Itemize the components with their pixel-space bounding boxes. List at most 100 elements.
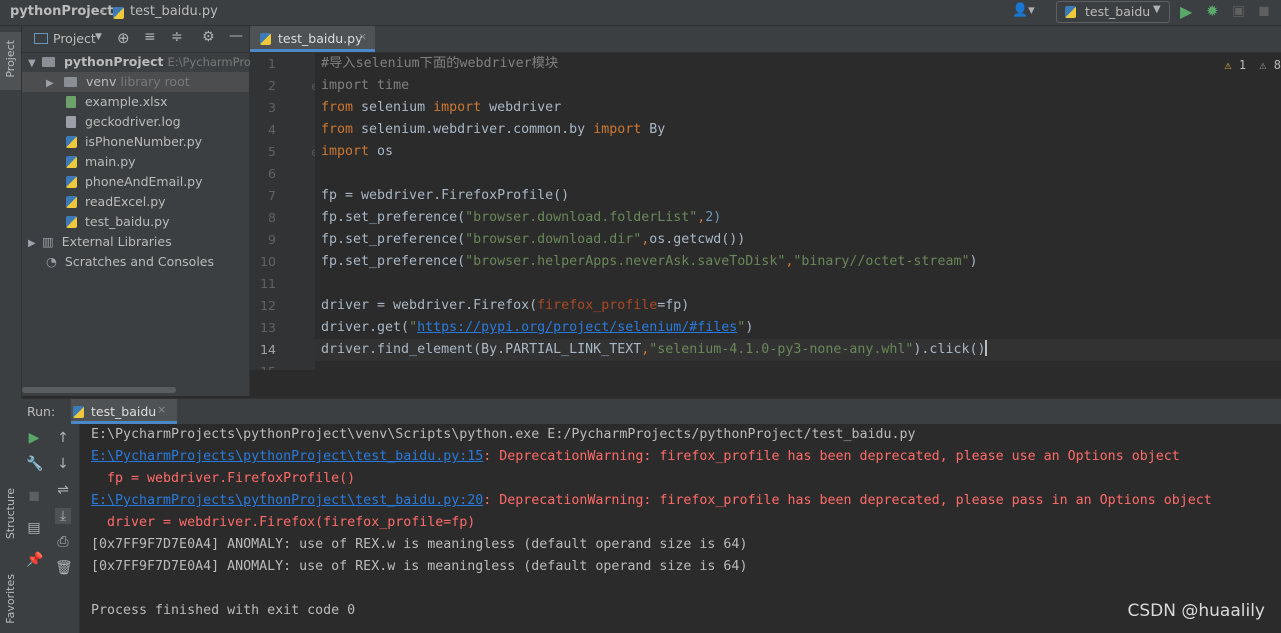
code-token: fp.set_preference( <box>321 232 466 247</box>
tree-item-geckodriver-log[interactable]: geckodriver.log <box>22 112 249 132</box>
line-number: 6 <box>268 166 276 181</box>
run-panel-header: Run: test_baidu × <box>21 398 1281 425</box>
breadcrumb-separator: › <box>100 4 106 19</box>
collapse-all-icon[interactable]: ≑ <box>171 29 183 45</box>
tree-item-main[interactable]: main.py <box>22 152 249 172</box>
structure-tool-label[interactable]: Structure <box>4 488 17 539</box>
code-line: driver.find_element(By.PARTIAL_LINK_TEXT… <box>321 339 988 361</box>
console-line: [0x7FF9F7D7E0A4] ANOMALY: use of REX.w i… <box>91 559 748 574</box>
library-icon: ▥ <box>41 234 54 249</box>
code-line: #导入selenium下面的webdriver模块 <box>321 56 559 71</box>
tree-item-label: test_baidu.py <box>84 214 170 229</box>
minimize-icon[interactable]: — <box>229 28 243 44</box>
arrow-down-icon[interactable]: ↓ <box>55 456 71 472</box>
excel-file-icon <box>66 96 76 108</box>
code-token: selenium <box>353 100 434 115</box>
project-tool-button[interactable]: Project <box>0 32 21 90</box>
tree-item-scratches[interactable]: ◔ Scratches and Consoles <box>22 252 249 272</box>
breadcrumb-file[interactable]: test_baidu.py <box>130 4 218 19</box>
close-icon[interactable]: × <box>358 30 367 43</box>
code-token: "binary//octet-stream" <box>793 254 970 269</box>
project-panel-header: Project ▼ ⊕ ≡ ≑ ⚙ — <box>22 26 249 53</box>
code-token: 2) <box>705 210 722 225</box>
python-file-icon <box>66 136 77 148</box>
code-token: "browser.download.dir" <box>465 232 642 247</box>
run-configuration-dropdown[interactable]: test_baidu ▼ <box>1056 1 1170 23</box>
favorites-tool-label[interactable]: Favorites <box>4 574 17 624</box>
tab-run-test-baidu[interactable]: test_baidu × <box>71 399 177 424</box>
rerun-icon[interactable]: ▶ <box>26 430 42 446</box>
wrench-icon[interactable]: 🔧 <box>26 456 43 472</box>
user-icon[interactable]: 👤▾ <box>1012 3 1038 21</box>
weak-warning-icon: ⚠ <box>1259 58 1267 72</box>
project-view-selector[interactable]: Project <box>53 31 96 46</box>
code-editor[interactable]: ⚠ 1 ⚠ 8 #导入selenium下面的webdriver模块 import… <box>315 53 1281 370</box>
gear-icon[interactable]: ⚙ <box>202 29 215 45</box>
console-output[interactable]: E:\PycharmProjects\pythonProject\venv\Sc… <box>80 424 1281 633</box>
line-number: 8 <box>268 210 276 225</box>
tree-item-venv[interactable]: ▶ venv library root <box>22 72 249 92</box>
console-line: [0x7FF9F7D7E0A4] ANOMALY: use of REX.w i… <box>91 537 748 552</box>
layout-icon[interactable]: ▤ <box>26 520 42 536</box>
close-icon[interactable]: × <box>157 403 166 416</box>
tree-item-test-baidu[interactable]: test_baidu.py <box>22 212 249 232</box>
tree-item-label: isPhoneNumber.py <box>84 134 203 149</box>
soft-wrap-icon[interactable]: ⇌ <box>55 482 71 498</box>
coverage-icon[interactable]: ▣ <box>1232 3 1245 19</box>
chevron-down-icon[interactable]: ▼ <box>95 32 102 42</box>
locate-icon[interactable]: ⊕ <box>117 29 130 47</box>
tree-item-label: main.py <box>84 154 136 169</box>
chevron-right-icon: ▶ <box>28 238 36 249</box>
tab-test-baidu[interactable]: test_baidu.py × <box>250 26 375 52</box>
print-icon[interactable]: ⎙ <box>55 534 71 550</box>
chevron-down-icon: ▼ <box>1153 4 1161 15</box>
console-file-link[interactable]: E:\PycharmProjects\pythonProject\test_ba… <box>91 493 483 508</box>
tree-item-phoneandemail[interactable]: phoneAndEmail.py <box>22 172 249 192</box>
code-token: firefox_profile <box>537 298 658 313</box>
inspection-widget[interactable]: ⚠ 1 ⚠ 8 <box>1224 58 1281 72</box>
code-token: import <box>321 144 370 159</box>
line-number: 15 <box>246 361 276 370</box>
debug-icon[interactable]: ✹ <box>1206 2 1219 20</box>
trash-icon[interactable]: 🗑 <box>55 560 73 576</box>
code-line: fp.set_preference("browser.download.fold… <box>321 207 721 229</box>
project-view-icon <box>34 33 48 44</box>
code-line: fp.set_preference("browser.helperApps.ne… <box>321 251 977 273</box>
code-url[interactable]: https://pypi.org/project/selenium/#files <box>417 320 737 335</box>
python-file-icon <box>66 216 77 228</box>
code-token: driver.find_element(By.PARTIAL_LINK_TEXT <box>321 342 642 357</box>
scroll-to-end-icon[interactable]: ⤓ <box>55 508 71 524</box>
editor-tabs: test_baidu.py × <box>250 26 1281 53</box>
left-tool-stripe: Project Structure Favorites <box>0 26 22 633</box>
tree-item-label: Scratches and Consoles <box>64 254 215 269</box>
tree-item-pythonproject[interactable]: ▼ pythonProject E:\PycharmProje <box>22 52 261 72</box>
code-token: fp.set_preference( <box>321 254 466 269</box>
arrow-up-icon[interactable]: ↑ <box>55 430 71 446</box>
tree-item-external-libraries[interactable]: ▶ ▥ External Libraries <box>22 232 249 252</box>
line-number: 2 <box>268 78 276 93</box>
text-file-icon <box>66 116 76 128</box>
tree-item-example-xlsx[interactable]: example.xlsx <box>22 92 249 112</box>
stop-icon[interactable]: ◼ <box>1258 3 1270 19</box>
code-token: time <box>369 78 410 93</box>
horizontal-scrollbar[interactable] <box>22 387 176 393</box>
run-icon[interactable]: ▶ <box>1180 2 1192 21</box>
tree-item-label: readExcel.py <box>84 194 166 209</box>
line-number: 3 <box>268 100 276 115</box>
console-line: E:\PycharmProjects\pythonProject\venv\Sc… <box>91 427 916 442</box>
tree-item-readexcel[interactable]: readExcel.py <box>22 192 249 212</box>
code-line: driver.get("https://pypi.org/project/sel… <box>321 317 753 339</box>
console-file-link[interactable]: E:\PycharmProjects\pythonProject\test_ba… <box>91 449 483 464</box>
code-token: " <box>409 320 418 335</box>
tree-item-label: External Libraries <box>61 234 172 249</box>
code-token: driver = webdriver.Firefox( <box>321 298 538 313</box>
tree-item-label: phoneAndEmail.py <box>84 174 203 189</box>
stop-icon[interactable]: ◼ <box>26 488 42 504</box>
tree-item-isphonenumber[interactable]: isPhoneNumber.py <box>22 132 249 152</box>
python-config-icon <box>1065 5 1080 19</box>
python-file-icon <box>66 176 77 188</box>
expand-all-icon[interactable]: ≡ <box>144 29 156 45</box>
pin-icon[interactable]: 📌 <box>26 552 43 568</box>
breadcrumb-project[interactable]: pythonProject <box>10 4 114 19</box>
code-token: driver.get( <box>321 320 410 335</box>
